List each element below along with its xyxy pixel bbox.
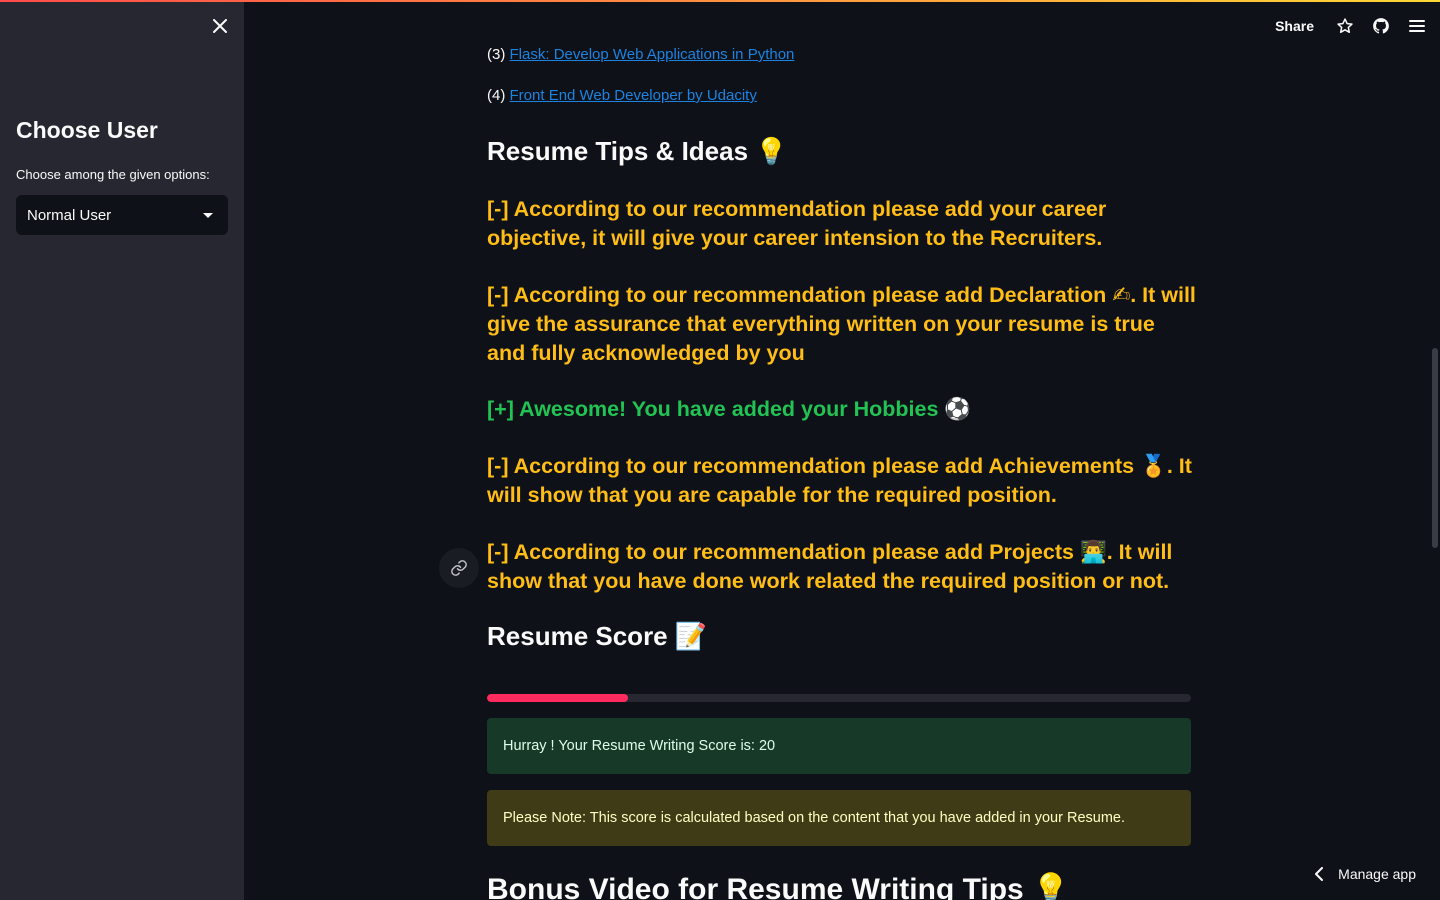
progress-fill <box>487 694 628 702</box>
top-decoration-bar <box>0 0 1440 2</box>
sidebar: Choose User Choose among the given optio… <box>0 0 244 900</box>
bonus-heading-text: Bonus Video for Resume Writing Tips <box>487 873 1024 900</box>
score-heading-text: Resume Score <box>487 621 668 651</box>
course-item: (4) Front End Web Developer by Udacity <box>487 87 757 104</box>
user-type-selected-value: Normal User <box>27 206 112 224</box>
close-sidebar-button[interactable] <box>208 14 232 38</box>
manage-app-button[interactable]: Manage app <box>1314 866 1416 882</box>
tip-achievements: [-] According to our recommendation plea… <box>487 454 1192 507</box>
tip-hobbies: [+] Awesome! You have added your Hobbies… <box>487 397 972 421</box>
resume-score-progress <box>487 694 1191 702</box>
header-toolbar: Share <box>1275 12 1428 40</box>
tips-heading: Resume Tips & Ideas 💡 <box>487 136 788 167</box>
user-select-label: Choose among the given options: <box>16 167 210 182</box>
sidebar-title: Choose User <box>16 117 158 143</box>
lightbulb-icon: 💡 <box>1032 872 1070 900</box>
tips-heading-text: Resume Tips & Ideas <box>487 136 749 166</box>
score-success-alert: Hurray ! Your Resume Writing Score is: 2… <box>487 718 1191 774</box>
link-icon <box>451 560 467 576</box>
github-icon[interactable] <box>1370 15 1392 37</box>
score-note-text: Please Note: This score is calculated ba… <box>503 810 1125 826</box>
menu-icon[interactable] <box>1406 15 1428 37</box>
score-success-text: Hurray ! Your Resume Writing Score is: 2… <box>503 738 776 754</box>
heading-anchor-link[interactable] <box>439 548 479 588</box>
course-link[interactable]: Front End Web Developer by Udacity <box>510 87 757 104</box>
tip-career-objective: [-] According to our recommendation plea… <box>487 197 1107 250</box>
manage-app-label: Manage app <box>1338 866 1416 882</box>
score-note-alert: Please Note: This score is calculated ba… <box>487 790 1191 846</box>
bonus-video-heading: Bonus Video for Resume Writing Tips 💡 <box>487 872 1069 900</box>
page-scrollbar[interactable] <box>1432 348 1438 548</box>
tip-declaration: [-] According to our recommendation plea… <box>487 283 1196 365</box>
lightbulb-icon: 💡 <box>755 137 788 167</box>
course-link[interactable]: Flask: Develop Web Applications in Pytho… <box>510 46 795 63</box>
course-index: (4) <box>487 87 506 104</box>
caret-down-icon <box>203 212 213 218</box>
course-index: (3) <box>487 46 506 63</box>
memo-icon: 📝 <box>674 622 708 652</box>
star-icon[interactable] <box>1334 15 1356 37</box>
user-type-select[interactable]: Normal User <box>16 195 228 235</box>
score-heading: Resume Score 📝 <box>487 621 707 652</box>
course-item: (3) Flask: Develop Web Applications in P… <box>487 46 794 63</box>
close-icon <box>213 19 227 33</box>
tip-projects: [-] According to our recommendation plea… <box>487 540 1173 593</box>
chevron-left-icon <box>1315 867 1324 881</box>
share-button[interactable]: Share <box>1275 18 1314 34</box>
